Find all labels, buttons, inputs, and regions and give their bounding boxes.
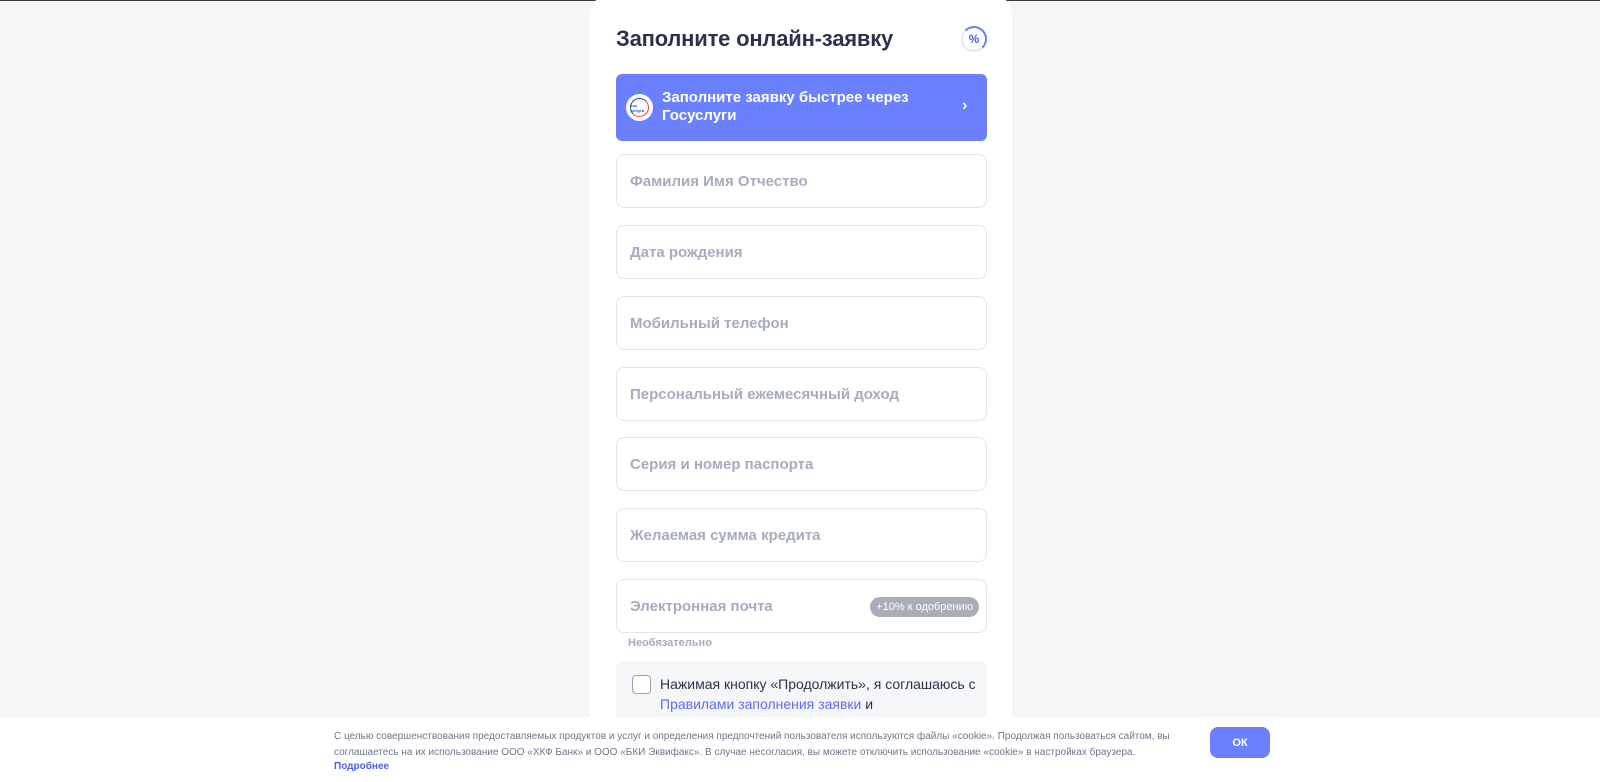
mobile-phone-input[interactable] (617, 297, 986, 349)
gosuslugi-logo-mark: гос услуги (630, 98, 649, 117)
application-form-card: Заполните онлайн-заявку % гос услуги Зап… (590, 0, 1012, 782)
email-field[interactable]: +10% к одобрению (616, 579, 987, 633)
percent-icon: % (961, 26, 987, 52)
cookie-ok-button[interactable]: ОК (1210, 727, 1270, 758)
email-optional-hint: Необязательно (628, 637, 712, 649)
full-name-field[interactable] (616, 154, 987, 208)
approval-bonus-badge: +10% к одобрению (870, 597, 979, 617)
monthly-income-field[interactable] (616, 367, 987, 421)
consent-checkbox[interactable] (632, 675, 651, 694)
gosuslugi-button-label: Заполните заявку быстрее через Госуслуги (662, 89, 909, 124)
full-name-input[interactable] (617, 155, 986, 207)
birth-date-input[interactable] (617, 226, 986, 278)
cookie-more-link[interactable]: Подробнее (334, 761, 389, 772)
page-title: Заполните онлайн-заявку (616, 26, 894, 51)
monthly-income-input[interactable] (617, 368, 986, 420)
gosuslugi-logo-icon: гос услуги (626, 94, 653, 121)
gosuslugi-button[interactable]: гос услуги Заполните заявку быстрее чере… (616, 74, 987, 141)
mobile-phone-field[interactable] (616, 296, 987, 350)
cookie-banner: С целью совершенствования предоставляемы… (0, 717, 1600, 782)
passport-field[interactable] (616, 437, 987, 491)
loan-amount-field[interactable] (616, 508, 987, 562)
chevron-right-icon: › (962, 97, 968, 114)
application-rules-link[interactable]: Правилами заполнения заявки (660, 696, 861, 712)
loan-amount-input[interactable] (617, 509, 986, 561)
consent-text-before: Нажимая кнопку «Продолжить», я соглашаюс… (660, 676, 976, 692)
cookie-notice-text: С целью совершенствования предоставляемы… (334, 731, 1170, 758)
passport-input[interactable] (617, 438, 986, 490)
birth-date-field[interactable] (616, 225, 987, 279)
